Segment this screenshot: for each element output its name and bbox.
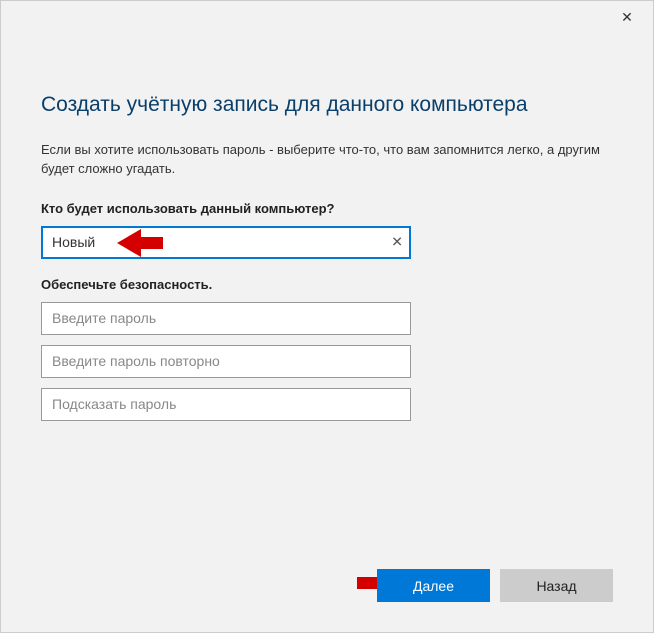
username-input[interactable] [41, 226, 411, 259]
close-icon[interactable]: ✕ [617, 9, 637, 26]
security-label: Обеспечьте безопасность. [41, 277, 613, 292]
password-row [41, 302, 411, 335]
username-row: ✕ [41, 226, 411, 259]
titlebar: ✕ [1, 1, 653, 33]
password-hint-row [41, 388, 411, 421]
username-label: Кто будет использовать данный компьютер? [41, 201, 613, 216]
page-title: Создать учётную запись для данного компь… [41, 93, 613, 117]
footer-buttons: Далее Назад [377, 569, 613, 602]
clear-icon[interactable]: ✕ [391, 234, 403, 251]
password-confirm-input[interactable] [41, 345, 411, 378]
password-input[interactable] [41, 302, 411, 335]
page-description: Если вы хотите использовать пароль - выб… [41, 141, 613, 179]
content-area: Создать учётную запись для данного компь… [1, 33, 653, 421]
password-hint-input[interactable] [41, 388, 411, 421]
next-button[interactable]: Далее [377, 569, 490, 602]
password-confirm-row [41, 345, 411, 378]
back-button[interactable]: Назад [500, 569, 613, 602]
